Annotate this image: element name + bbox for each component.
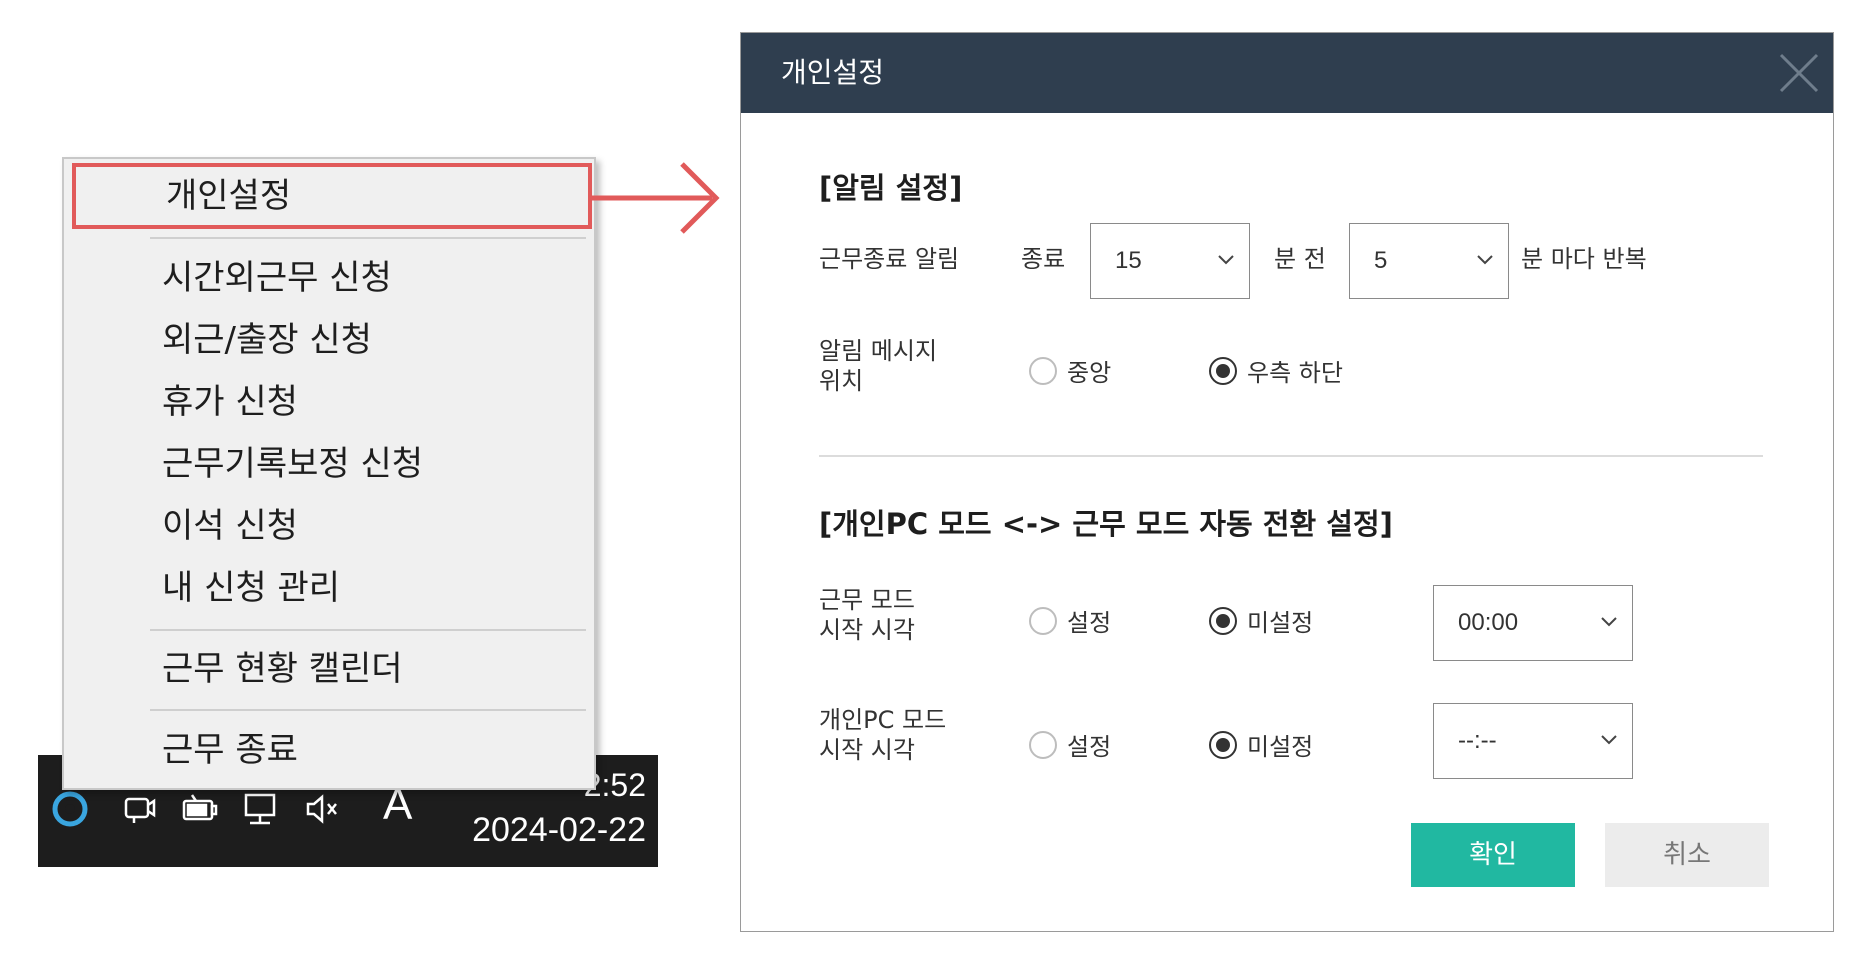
dialog-header: 개인설정	[741, 33, 1833, 113]
menu-item-record-correction-request[interactable]: 근무기록보정 신청	[64, 435, 594, 493]
menu-separator	[150, 237, 586, 239]
menu-item-overtime-request[interactable]: 시간외근무 신청	[64, 249, 594, 307]
pc-mode-time-select[interactable]: --:--	[1433, 703, 1633, 779]
work-mode-set-radio[interactable]: 설정	[1029, 603, 1111, 638]
menu-item-personal-settings[interactable]: 개인설정	[72, 163, 592, 229]
menu-separator	[150, 629, 586, 631]
menu-separator	[150, 709, 586, 711]
work-mode-unset-radio[interactable]: 미설정	[1209, 603, 1313, 638]
radio-circle-checked	[1209, 730, 1237, 759]
confirm-button[interactable]: 확인	[1411, 823, 1575, 887]
end-label: 종료	[1021, 245, 1066, 273]
menu-item-vacation-request[interactable]: 휴가 신청	[64, 373, 594, 431]
radio-circle-checked	[1209, 356, 1237, 385]
repeat-suffix: 분 마다 반복	[1521, 245, 1647, 273]
close-icon[interactable]	[1777, 51, 1821, 95]
radio-circle	[1029, 606, 1057, 635]
radio-circle	[1029, 730, 1057, 759]
menu-item-end-work[interactable]: 근무 종료	[64, 721, 594, 779]
work-mode-time-select[interactable]: 00:00	[1433, 585, 1633, 661]
pc-mode-unset-radio[interactable]: 미설정	[1209, 727, 1313, 762]
pc-mode-time-value: --:--	[1458, 727, 1497, 754]
pc-mode-start-label: 개인PC 모드	[819, 706, 947, 734]
minutes-before-select[interactable]: 15	[1090, 223, 1250, 299]
battery-icon[interactable]	[178, 787, 222, 831]
work-mode-time-value: 00:00	[1458, 609, 1519, 636]
camera-icon[interactable]	[118, 787, 162, 831]
speaker-muted-icon[interactable]	[300, 787, 344, 831]
radio-label: 설정	[1067, 609, 1112, 637]
minutes-before-suffix: 분 전	[1274, 245, 1326, 273]
chevron-down-icon	[1477, 255, 1493, 265]
radio-label: 미설정	[1247, 733, 1314, 761]
repeat-interval-select[interactable]: 5	[1349, 223, 1509, 299]
radio-label: 미설정	[1247, 609, 1314, 637]
circle-app-icon[interactable]	[48, 787, 92, 831]
dialog-title: 개인설정	[781, 56, 885, 89]
radio-label: 우측 하단	[1247, 359, 1343, 387]
repeat-interval-value: 5	[1374, 247, 1388, 274]
chevron-down-icon	[1601, 617, 1617, 627]
radio-circle	[1029, 356, 1057, 385]
minutes-before-value: 15	[1115, 247, 1142, 274]
position-bottom-right-radio[interactable]: 우측 하단	[1209, 353, 1343, 388]
work-end-alarm-label: 근무종료 알림	[819, 245, 960, 273]
radio-label: 설정	[1067, 733, 1112, 761]
menu-item-my-requests[interactable]: 내 신청 관리	[64, 559, 594, 617]
chevron-down-icon	[1218, 255, 1234, 265]
alarm-section-title: [알림 설정]	[819, 171, 963, 205]
menu-item-business-trip-request[interactable]: 외근/출장 신청	[64, 311, 594, 369]
work-mode-start-label: 근무 모드	[819, 586, 915, 614]
personal-settings-dialog: 개인설정 [알림 설정] 근무종료 알림 종료 15 분 전 5 분 마다 반복…	[740, 32, 1834, 932]
pc-mode-start-label-line2: 시작 시각	[819, 736, 915, 764]
message-position-label-line2: 위치	[819, 367, 864, 395]
chevron-down-icon	[1601, 735, 1617, 745]
cancel-button[interactable]: 취소	[1605, 823, 1769, 887]
radio-circle-checked	[1209, 606, 1237, 635]
context-menu: 개인설정 시간외근무 신청 외근/출장 신청 휴가 신청 근무기록보정 신청 이…	[62, 157, 596, 790]
pc-mode-set-radio[interactable]: 설정	[1029, 727, 1111, 762]
work-mode-start-label-line2: 시작 시각	[819, 616, 915, 644]
position-center-radio[interactable]: 중앙	[1029, 353, 1111, 388]
message-position-label: 알림 메시지	[819, 337, 938, 365]
section-divider	[819, 455, 1763, 457]
tray-date: 2024-02-22	[472, 811, 646, 849]
radio-label: 중앙	[1067, 359, 1112, 387]
mode-section-title: [개인PC 모드 <-> 근무 모드 자동 전환 설정]	[819, 507, 1393, 541]
network-icon[interactable]	[238, 787, 282, 831]
menu-item-away-request[interactable]: 이석 신청	[64, 497, 594, 555]
menu-item-work-calendar[interactable]: 근무 현황 캘린더	[64, 640, 594, 698]
pointer-arrow-icon	[592, 162, 720, 234]
